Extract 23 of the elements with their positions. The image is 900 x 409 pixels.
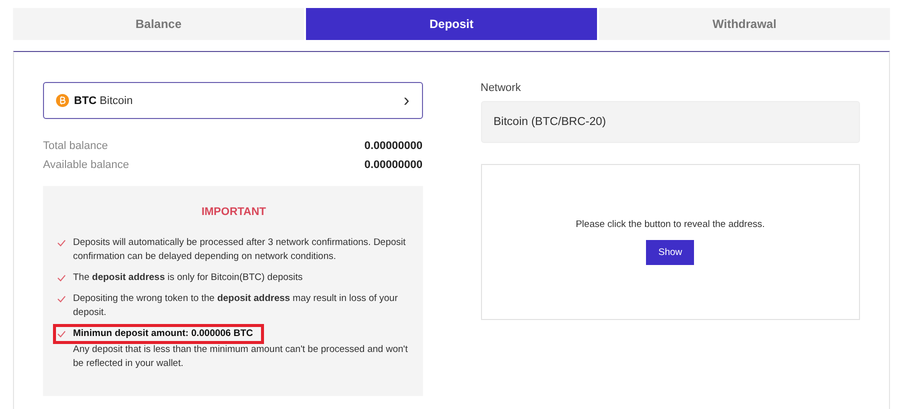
bitcoin-icon (56, 94, 69, 107)
check-icon (57, 330, 66, 338)
note-heading: Minimun deposit amount: 0.000006 BTC (73, 327, 253, 341)
important-title: IMPORTANT (200, 206, 268, 218)
network-label: Network (480, 82, 522, 94)
note-text: Deposits will automatically be processed after 3 network confirmations. Deposit confirmation can be delayed depending on network conditions. (73, 236, 407, 264)
coin-selector[interactable]: BTC Bitcoin › (43, 82, 422, 119)
check-icon (57, 274, 66, 282)
balance-value: 0.00000000 (364, 158, 422, 170)
balance-value: 0.00000000 (364, 140, 422, 152)
note-text: Depositing the wrong token to the deposit address may result in loss of your deposit. (73, 292, 399, 320)
check-icon (57, 295, 66, 303)
balance-label: Total balance (43, 140, 108, 152)
note-text: Any deposit that is less than the minimum amount can't be processed and won't be reflected in your wallet. (72, 343, 409, 371)
check-icon (57, 239, 66, 247)
address-message: Please click the button to reveal the address. (576, 219, 765, 230)
tab[interactable]: Balance (13, 8, 304, 40)
note-text: The deposit address is only for Bitcoin(BTC) deposits (73, 271, 303, 285)
tab[interactable]: Deposit (306, 8, 597, 40)
balance-label: Available balance (43, 158, 130, 170)
tab[interactable]: Withdrawal (599, 8, 890, 40)
network-field[interactable]: Bitcoin (BTC/BRC-20) (480, 101, 860, 143)
show-button[interactable]: Show (646, 240, 694, 265)
